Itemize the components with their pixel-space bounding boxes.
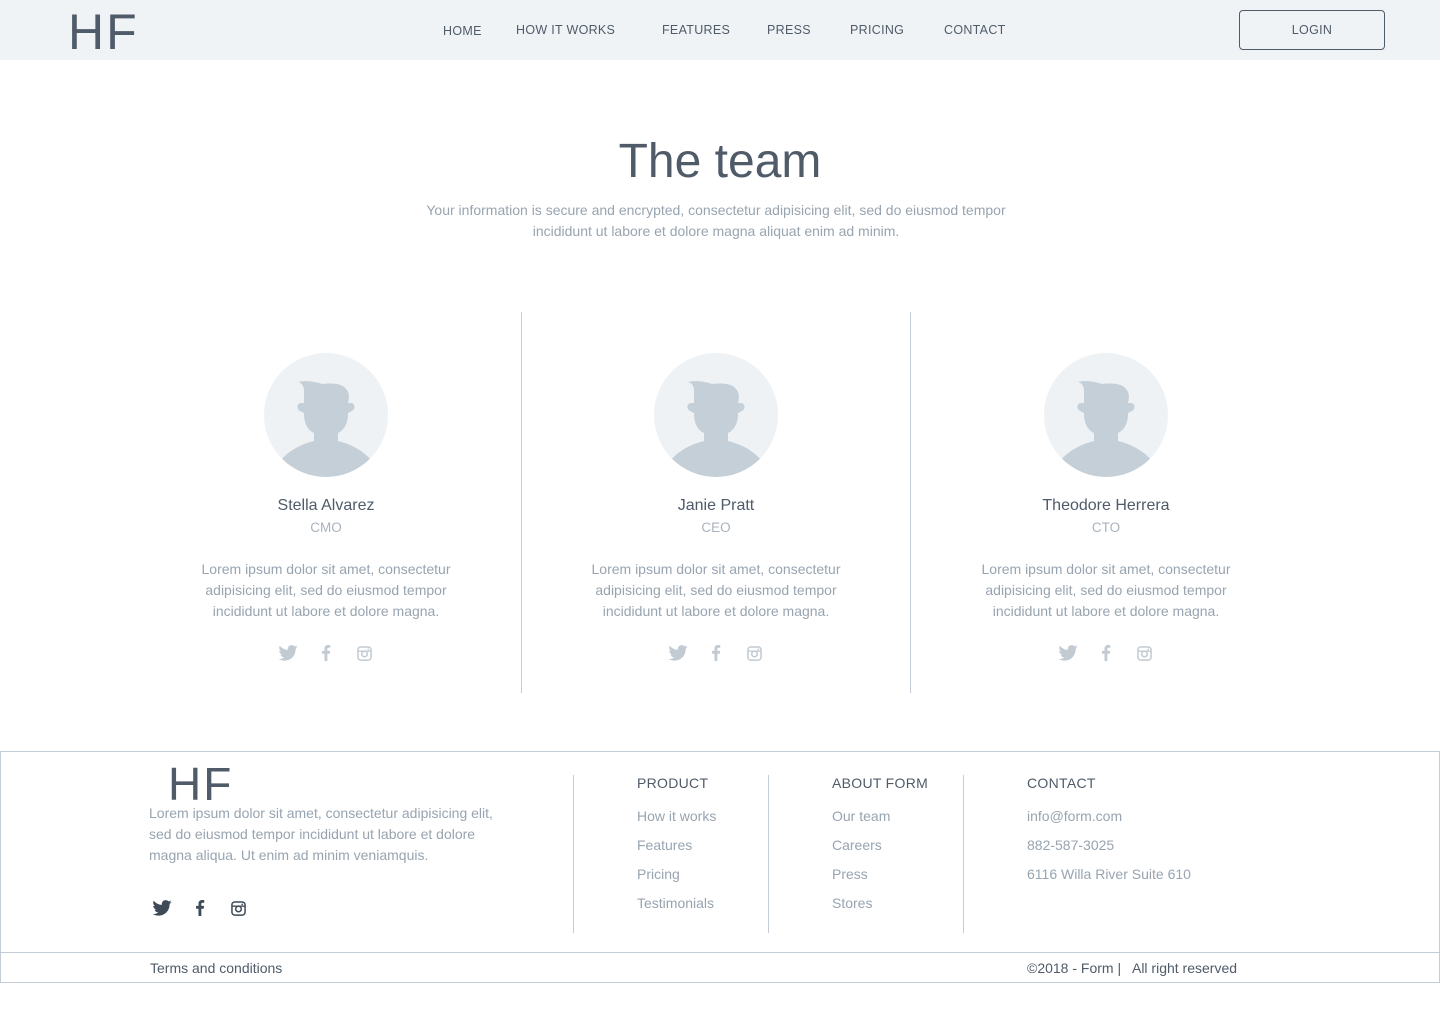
avatar — [1044, 353, 1168, 477]
twitter-icon[interactable] — [277, 642, 299, 664]
nav-pricing[interactable]: PRICING — [850, 23, 904, 37]
member-bio: Lorem ipsum dolor sit amet, consectetur … — [981, 561, 1231, 619]
nav-home[interactable]: HOME — [443, 24, 482, 38]
footer-link-our-team[interactable]: Our team — [832, 807, 928, 825]
terms-link[interactable]: Terms and conditions — [150, 960, 282, 976]
footer-description: Lorem ipsum dolor sit amet, consectetur … — [149, 805, 493, 863]
avatar — [654, 353, 778, 477]
footer-link-careers[interactable]: Careers — [832, 836, 928, 854]
copyright-text: ©2018 - Form | All right reserved — [1027, 960, 1238, 976]
member-socials — [911, 642, 1301, 664]
footer-divider — [963, 775, 964, 933]
nav-features[interactable]: FEATURES — [662, 23, 730, 37]
footer-link-how-it-works[interactable]: How it works — [637, 807, 716, 825]
member-role: CEO — [701, 520, 731, 535]
footer-column-contact: CONTACT info@form.com 882-587-3025 6116 … — [1027, 774, 1191, 883]
page-title: The team — [618, 135, 822, 188]
logo[interactable]: HF — [68, 6, 139, 58]
team-member-card: Janie Pratt CEO Lorem ipsum dolor sit am… — [521, 353, 911, 664]
team-member-card: Theodore Herrera CTO Lorem ipsum dolor s… — [911, 353, 1301, 664]
twitter-icon[interactable] — [667, 642, 689, 664]
nav-how-it-works[interactable]: HOW IT WORKS — [516, 23, 615, 37]
facebook-icon[interactable] — [1095, 642, 1117, 664]
member-bio: Lorem ipsum dolor sit amet, consectetur … — [591, 561, 841, 619]
footer-link-stores[interactable]: Stores — [832, 894, 928, 912]
facebook-icon[interactable] — [189, 897, 211, 919]
nav-contact[interactable]: CONTACT — [944, 23, 1006, 37]
member-name: Janie Pratt — [677, 497, 755, 514]
member-role: CTO — [1091, 520, 1121, 535]
instagram-icon[interactable] — [227, 897, 249, 919]
member-socials — [521, 642, 911, 664]
member-name: Stella Alvarez — [277, 497, 375, 514]
footer: HF Lorem ipsum dolor sit amet, consectet… — [0, 751, 1440, 983]
footer-column-title: CONTACT — [1027, 775, 1096, 791]
footer-contact-phone[interactable]: 882-587-3025 — [1027, 836, 1191, 854]
nav-press[interactable]: PRESS — [767, 23, 811, 37]
facebook-icon[interactable] — [705, 642, 727, 664]
login-button[interactable]: LOGIN — [1239, 10, 1385, 50]
team-member-card: Stella Alvarez CMO Lorem ipsum dolor sit… — [131, 353, 521, 664]
footer-link-press[interactable]: Press — [832, 865, 928, 883]
footer-divider — [573, 775, 574, 933]
footer-contact-address: 6116 Willa River Suite 610 — [1027, 866, 1191, 882]
page-intro: Your information is secure and encrypted… — [426, 202, 1006, 239]
twitter-icon[interactable] — [1057, 642, 1079, 664]
instagram-icon[interactable] — [743, 642, 765, 664]
footer-column-about: ABOUT FORM Our team Careers Press Stores — [832, 774, 928, 912]
footer-column-title: ABOUT FORM — [832, 775, 929, 791]
footer-logo[interactable]: HF — [168, 760, 233, 808]
footer-column-title: PRODUCT — [637, 775, 709, 791]
member-name: Theodore Herrera — [1042, 497, 1170, 514]
footer-link-features[interactable]: Features — [637, 836, 716, 854]
footer-contact-email[interactable]: info@form.com — [1027, 807, 1191, 825]
member-socials — [131, 642, 521, 664]
avatar — [264, 353, 388, 477]
footer-divider — [768, 775, 769, 933]
member-bio: Lorem ipsum dolor sit amet, consectetur … — [201, 561, 451, 619]
footer-link-pricing[interactable]: Pricing — [637, 865, 716, 883]
instagram-icon[interactable] — [353, 642, 375, 664]
footer-socials — [151, 897, 249, 919]
top-navbar: HF HOME HOW IT WORKS FEATURES PRESS PRIC… — [0, 0, 1440, 60]
footer-bottom-divider — [1, 952, 1439, 953]
twitter-icon[interactable] — [151, 897, 173, 919]
facebook-icon[interactable] — [315, 642, 337, 664]
instagram-icon[interactable] — [1133, 642, 1155, 664]
footer-link-testimonials[interactable]: Testimonials — [637, 894, 716, 912]
footer-column-product: PRODUCT How it works Features Pricing Te… — [637, 774, 716, 912]
member-role: CMO — [310, 520, 342, 535]
